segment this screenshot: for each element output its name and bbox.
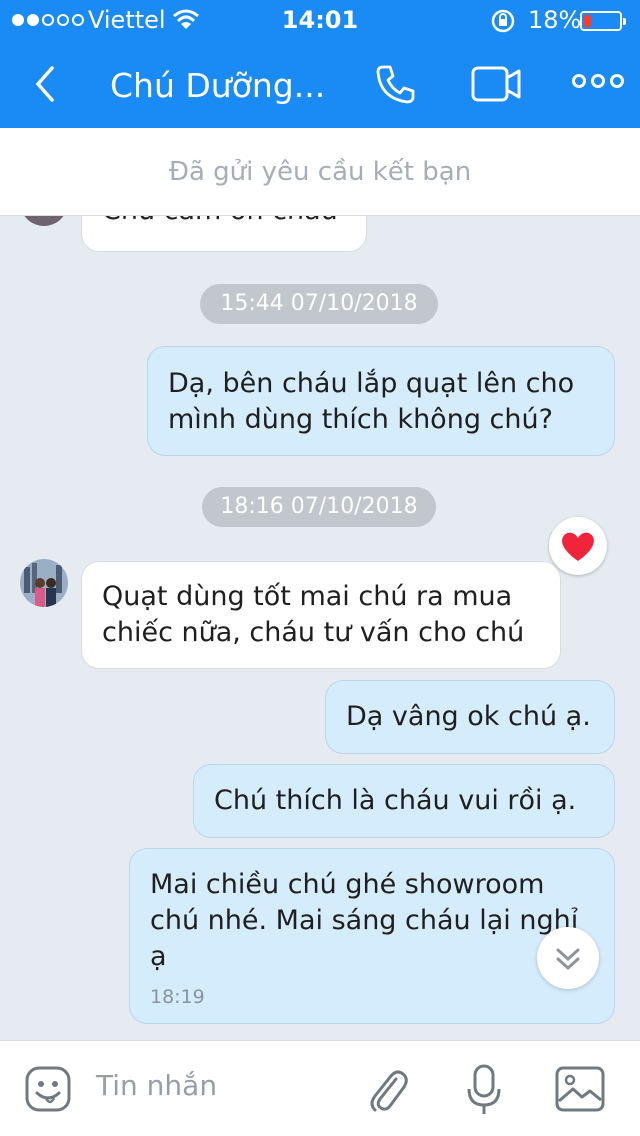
date-separator: 18:16 07/10/2018: [202, 487, 436, 527]
message-input[interactable]: Tin nhắn: [96, 1069, 217, 1102]
date-separator: 15:44 07/10/2018: [200, 284, 438, 324]
more-icon[interactable]: [572, 74, 624, 88]
message-text-line: Mai chiều chú ghé showroom: [150, 869, 545, 900]
battery-icon: [580, 11, 626, 31]
reaction-button[interactable]: [549, 517, 607, 575]
video-call-icon[interactable]: [470, 64, 522, 104]
scroll-to-bottom-button[interactable]: [537, 927, 599, 989]
rotation-lock-icon: [491, 9, 515, 33]
message-text-line: Quạt dùng tốt mai chú ra mua: [102, 581, 513, 612]
message-bubble-outgoing[interactable]: Dạ vâng ok chú ạ.: [325, 680, 615, 754]
friend-request-text: Đã gửi yêu cầu kết bạn: [168, 157, 472, 187]
contact-avatar[interactable]: [20, 559, 68, 607]
message-composer: Tin nhắn: [0, 1040, 640, 1136]
phone-icon[interactable]: [374, 62, 418, 106]
message-text: Dạ vâng ok chú ạ.: [346, 701, 591, 732]
microphone-icon[interactable]: [464, 1063, 504, 1117]
message-bubble-incoming[interactable]: Quạt dùng tốt mai chú ra mua chiếc nữa, …: [81, 561, 561, 669]
message-text-line: mình dùng thích không chú?: [168, 404, 553, 435]
back-arrow-icon[interactable]: [28, 62, 64, 106]
message-timestamp: 18:19: [150, 986, 205, 1008]
message-text-line: chiếc nữa, cháu tư vấn cho chú: [102, 617, 525, 648]
conversation-title[interactable]: Chú Dưỡng...: [110, 66, 325, 105]
status-bar: Viettel 14:01 18%: [0, 0, 640, 40]
message-text: Chú thích là cháu vui rồi ạ.: [214, 785, 577, 816]
message-text-line: ạ: [150, 941, 167, 972]
message-text-line: chú nhé. Mai sáng cháu lại nghỉ: [150, 905, 579, 936]
message-text-line: Dạ, bên cháu lắp quạt lên cho: [168, 368, 575, 399]
heart-icon: [562, 532, 594, 561]
attachment-icon[interactable]: [366, 1065, 410, 1115]
message-bubble-outgoing[interactable]: Chú thích là cháu vui rồi ạ.: [193, 764, 615, 838]
friend-request-banner-cover: Đã gửi yêu cầu kết bạn: [0, 128, 640, 216]
chevron-double-down-icon: [556, 948, 580, 971]
message-bubble-outgoing[interactable]: Dạ, bên cháu lắp quạt lên cho mình dùng …: [147, 346, 615, 456]
battery-percentage: 18%: [528, 6, 582, 34]
sticker-icon[interactable]: [24, 1065, 72, 1113]
header-bar: Viettel 14:01 18% Chú Dưỡng...: [0, 0, 640, 128]
image-icon[interactable]: [554, 1065, 606, 1113]
